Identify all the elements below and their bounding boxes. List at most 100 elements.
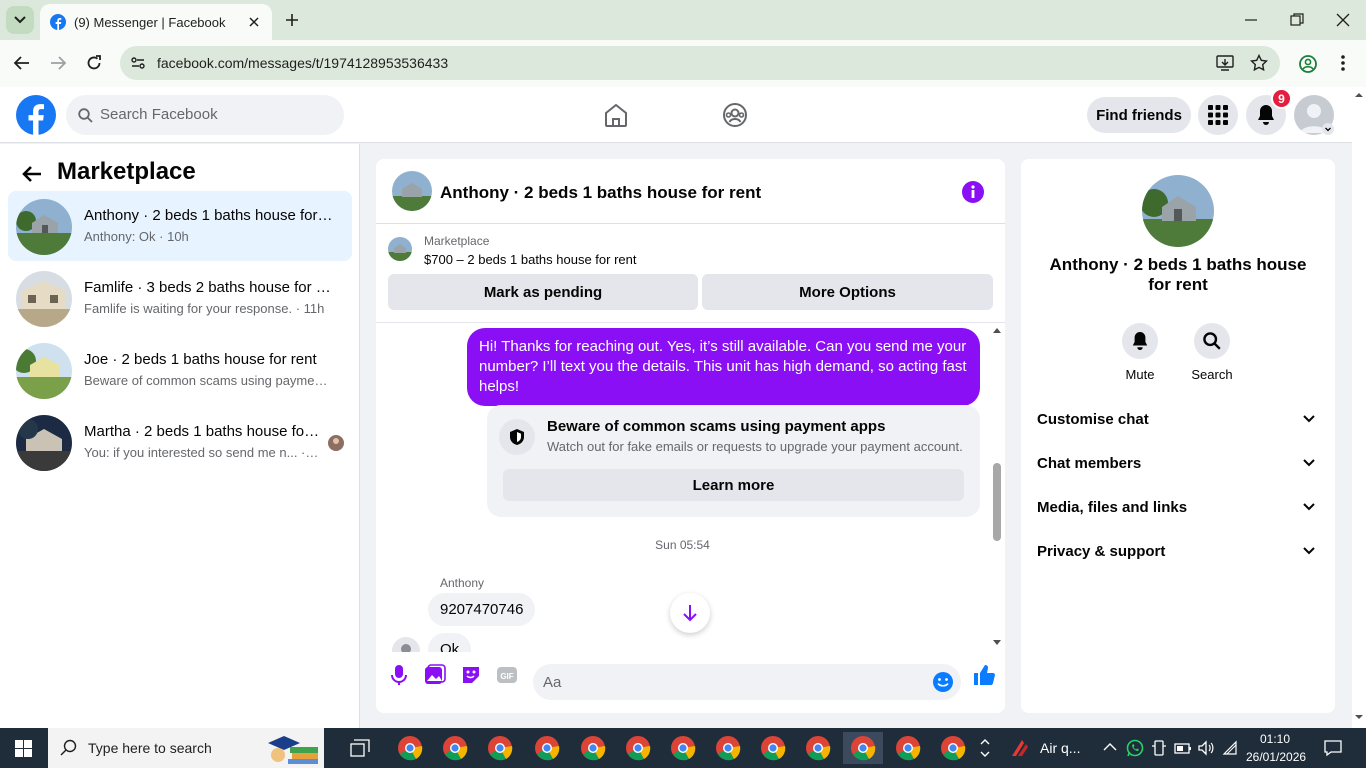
conversation-item[interactable]: Anthony · 2 beds 1 baths house for rent … <box>8 191 352 261</box>
windows-taskbar: Type here to search Air q... 01:10 26/01… <box>0 728 1366 768</box>
facebook-logo-icon[interactable] <box>16 95 56 135</box>
site-info-icon[interactable] <box>130 55 146 71</box>
weather-icon[interactable] <box>1008 736 1032 760</box>
page-scrollbar[interactable] <box>1352 87 1366 728</box>
conversation-preview: Anthony: Ok · 10h <box>84 229 189 244</box>
outgoing-message[interactable]: Hi! Thanks for reaching out. Yes, it’s s… <box>467 328 980 406</box>
chrome-taskbar-icon[interactable] <box>708 732 748 764</box>
warning-title: Beware of common scams using payment app… <box>547 418 886 435</box>
chrome-taskbar-icon[interactable] <box>527 732 567 764</box>
photo-icon[interactable] <box>424 664 446 686</box>
forward-arrow-icon[interactable] <box>49 54 67 72</box>
chat-title: Anthony · 2 beds 1 baths house for rent <box>440 183 762 202</box>
clock-time[interactable]: 01:10 <box>1260 732 1290 746</box>
gif-icon[interactable]: GIF <box>496 664 518 686</box>
conversation-item[interactable]: Martha · 2 beds 1 baths house for rent Y… <box>8 407 352 477</box>
chrome-taskbar-icon[interactable] <box>888 732 928 764</box>
grid-menu-icon <box>1208 105 1228 125</box>
bookmark-star-icon[interactable] <box>1250 54 1268 72</box>
message-scrollbar[interactable] <box>989 323 1005 652</box>
restore-icon[interactable] <box>1289 12 1305 28</box>
chevron-up-icon[interactable] <box>1103 742 1117 752</box>
chrome-taskbar-icon[interactable] <box>798 732 838 764</box>
message-list[interactable]: Hi! Thanks for reaching out. Yes, it’s s… <box>376 322 1005 652</box>
address-bar[interactable]: facebook.com/messages/t/1974128953536433 <box>120 46 1280 80</box>
reload-icon[interactable] <box>85 54 103 72</box>
conversation-name: Anthony · 2 beds 1 baths house for rent <box>84 207 334 224</box>
address-bar-row: facebook.com/messages/t/1974128953536433 <box>0 40 1366 87</box>
chrome-taskbar-icon[interactable] <box>480 732 520 764</box>
close-window-icon[interactable] <box>1335 12 1351 28</box>
info-icon[interactable] <box>962 181 984 203</box>
microphone-icon[interactable] <box>388 664 410 686</box>
install-app-icon[interactable] <box>1216 54 1234 72</box>
chevron-down-icon <box>1303 459 1315 467</box>
details-avatar[interactable] <box>1142 175 1214 247</box>
chrome-taskbar-icon[interactable] <box>618 732 658 764</box>
search-action[interactable]: Search <box>1182 323 1242 382</box>
media-files-links-section[interactable]: Media, files and links <box>1037 491 1319 527</box>
incoming-message[interactable]: 9207470746 <box>428 593 536 626</box>
emoji-icon[interactable] <box>932 671 954 693</box>
find-friends-button[interactable]: Find friends <box>1087 97 1191 133</box>
privacy-support-section[interactable]: Privacy & support <box>1037 535 1319 571</box>
listing-price[interactable]: $700 – 2 beds 1 baths house for rent <box>424 252 637 267</box>
incoming-message[interactable]: Ok <box>428 633 472 652</box>
sticker-icon[interactable] <box>460 664 482 686</box>
chat-members-section[interactable]: Chat members <box>1037 447 1319 483</box>
message-input[interactable]: Aa <box>533 664 961 700</box>
weather-text[interactable]: Air q... <box>1040 740 1080 756</box>
more-options-button[interactable]: More Options <box>702 274 993 310</box>
thumbs-up-icon[interactable] <box>972 663 996 687</box>
learn-more-button[interactable]: Learn more <box>503 469 964 501</box>
new-tab-icon[interactable] <box>282 10 302 30</box>
home-icon[interactable] <box>603 102 629 128</box>
customise-chat-section[interactable]: Customise chat <box>1037 403 1319 439</box>
chrome-taskbar-icon-active[interactable] <box>843 732 883 764</box>
scroll-to-bottom-button[interactable] <box>670 593 710 633</box>
chrome-taskbar-icon[interactable] <box>573 732 613 764</box>
device-icon[interactable] <box>1152 740 1166 756</box>
back-arrow-icon[interactable] <box>20 162 44 186</box>
browser-tab-active[interactable]: (9) Messenger | Facebook <box>40 4 272 40</box>
listing-thumbnail <box>16 343 72 399</box>
message-input-placeholder: Aa <box>543 674 562 691</box>
facebook-search-input[interactable]: Search Facebook <box>66 95 344 135</box>
chrome-taskbar-icon[interactable] <box>435 732 475 764</box>
kebab-menu-icon[interactable] <box>1340 54 1346 72</box>
tab-title: (9) Messenger | Facebook <box>74 14 226 30</box>
chat-avatar[interactable] <box>392 171 432 211</box>
search-icon <box>60 739 77 756</box>
wifi-icon[interactable] <box>1222 740 1238 756</box>
conversation-item[interactable]: Famlife · 3 beds 2 baths house for rent … <box>8 263 352 333</box>
clock-date[interactable]: 26/01/2026 <box>1246 750 1306 764</box>
chrome-taskbar-icon[interactable] <box>663 732 703 764</box>
conversation-item[interactable]: Joe · 2 beds 1 baths house for rent Bewa… <box>8 335 352 405</box>
notification-center-icon[interactable] <box>1324 739 1342 757</box>
windows-start-icon[interactable] <box>15 740 32 757</box>
conversation-preview: Famlife is waiting for your response. · … <box>84 301 325 316</box>
groups-icon[interactable] <box>722 102 748 128</box>
battery-icon[interactable] <box>1174 741 1192 755</box>
whatsapp-icon[interactable] <box>1126 739 1144 757</box>
taskbar-overflow-icon[interactable] <box>978 732 992 764</box>
chrome-taskbar-icon[interactable] <box>390 732 430 764</box>
taskbar-search-input[interactable]: Type here to search <box>48 728 324 768</box>
task-view-icon[interactable] <box>350 739 370 757</box>
mute-action[interactable]: Mute <box>1110 323 1170 382</box>
back-arrow-icon[interactable] <box>13 54 31 72</box>
minimize-icon[interactable] <box>1243 12 1259 28</box>
marketplace-sidebar: Marketplace Anthony · 2 beds 1 baths hou… <box>0 144 360 728</box>
mute-label: Mute <box>1125 367 1155 382</box>
chrome-taskbar-icon[interactable] <box>933 732 973 764</box>
sender-avatar <box>392 637 420 652</box>
close-tab-icon[interactable] <box>246 14 262 30</box>
menu-button[interactable] <box>1198 95 1238 135</box>
mark-as-pending-button[interactable]: Mark as pending <box>388 274 698 310</box>
account-chevron-icon[interactable] <box>1322 123 1334 135</box>
listing-thumbnail <box>16 199 72 255</box>
chrome-taskbar-icon[interactable] <box>753 732 793 764</box>
profile-icon[interactable] <box>1298 54 1318 74</box>
tab-search-button[interactable] <box>6 6 34 34</box>
volume-icon[interactable] <box>1198 740 1214 756</box>
